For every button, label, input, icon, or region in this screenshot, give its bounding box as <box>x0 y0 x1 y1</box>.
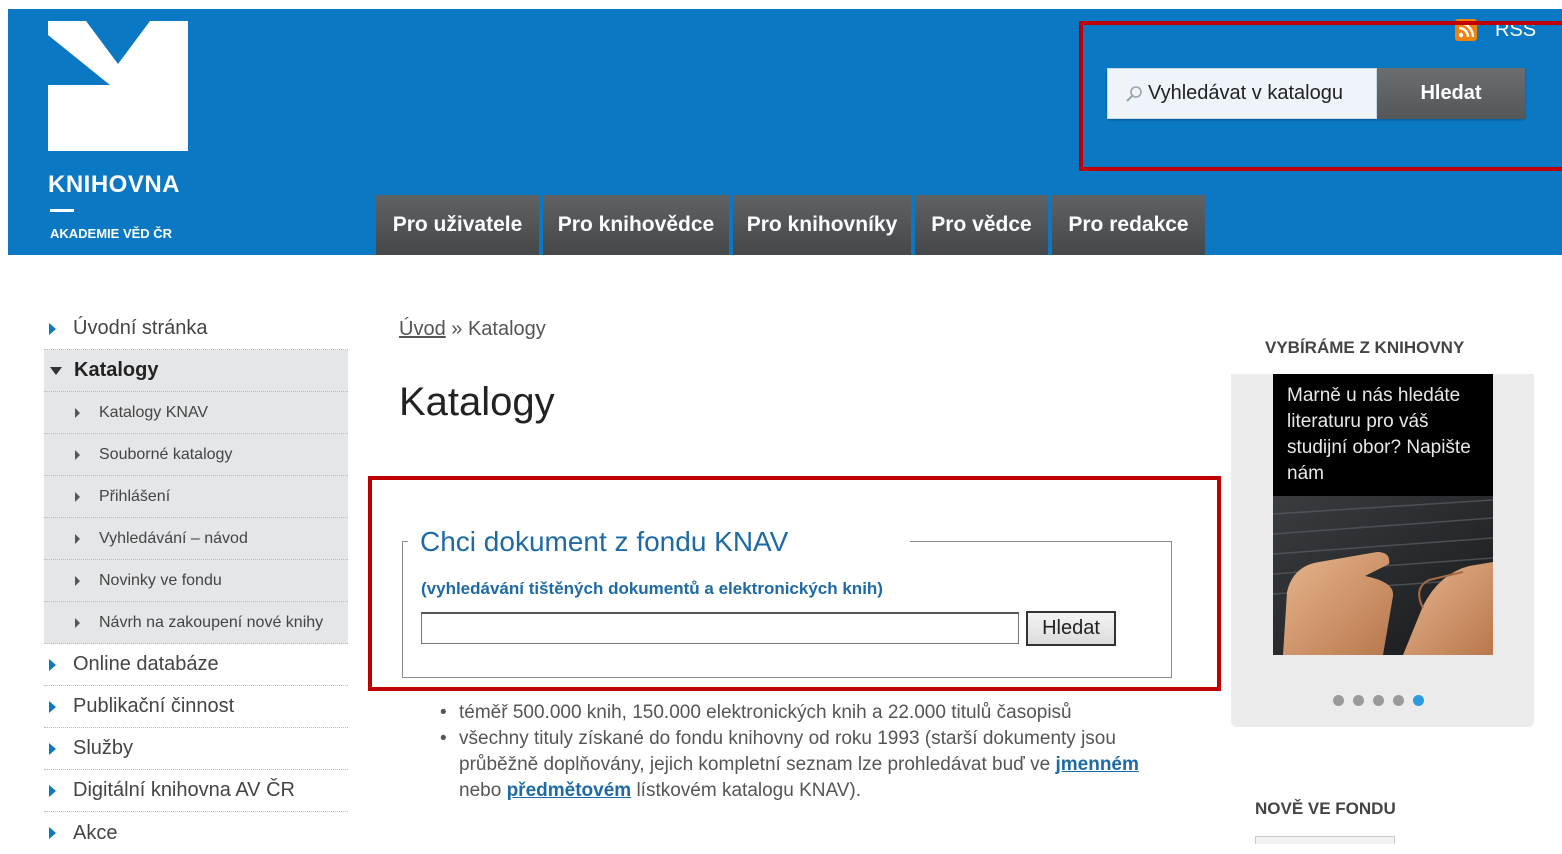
chevron-right-icon <box>75 491 80 502</box>
sidebar-item-label: Akce <box>73 821 118 844</box>
sidebar-item-label: Souborné katalogy <box>99 445 233 463</box>
nav-pro-vedce[interactable]: Pro vědce <box>915 195 1048 255</box>
carousel-dot[interactable] <box>1333 695 1344 706</box>
sidebar-item-publikacni-cinnost[interactable]: Publikační činnost <box>44 686 348 728</box>
site-logo[interactable]: KNIHOVNA AKADEMIE VĚD ČR <box>48 21 188 241</box>
new-book-thumbnail[interactable] <box>1255 836 1395 844</box>
sidebar-item-sluzby[interactable]: Služby <box>44 728 348 770</box>
chevron-right-icon <box>49 742 56 755</box>
breadcrumb: Úvod » Katalogy <box>399 318 546 341</box>
sidebar-item-label: Katalogy KNAV <box>99 403 209 421</box>
chevron-right-icon <box>75 449 80 460</box>
page-title: Katalogy <box>399 380 555 424</box>
info-line-2-mid: nebo <box>459 780 502 801</box>
chevron-right-icon <box>49 700 56 713</box>
predmetovy-katalog-link[interactable]: předmětovém <box>507 780 632 801</box>
promo-text: Marně u nás hledáte literaturu pro váš s… <box>1287 385 1471 484</box>
chevron-right-icon <box>75 617 80 628</box>
sidebar-item-label: Publikační činnost <box>73 695 235 717</box>
logo-subtitle: AKADEMIE VĚD ČR <box>50 226 173 241</box>
catalog-info-list: téměř 500.000 knih, 150.000 elektronický… <box>440 700 1180 804</box>
chevron-right-icon <box>49 784 56 797</box>
sidebar-item-label: Online databáze <box>73 653 219 675</box>
sidebar-item-label: Návrh na zakoupení nové knihy <box>99 613 324 631</box>
carousel-dot[interactable] <box>1353 695 1364 706</box>
sidebar-item-online-databaze[interactable]: Online databáze <box>44 644 348 686</box>
sidebar-item-label: Služby <box>73 737 134 759</box>
logo-name: KNIHOVNA <box>48 171 181 198</box>
nav-pro-knihovniky[interactable]: Pro knihovníky <box>733 195 911 255</box>
chevron-right-icon <box>75 407 80 418</box>
nove-ve-fondu-heading: NOVĚ VE FONDU <box>1255 799 1396 818</box>
laptop-hands-image <box>1273 496 1493 655</box>
carousel-dot-active[interactable] <box>1413 695 1424 706</box>
promo-banner[interactable]: Marně u nás hledáte literaturu pro váš s… <box>1273 374 1493 655</box>
sidebar-item-digitalni-knihovna[interactable]: Digitální knihovna AV ČR <box>44 770 348 812</box>
sidebar-subitem-prihlaseni[interactable]: Přihlášení <box>44 476 348 518</box>
sidebar-subitem-vyhledavani-navod[interactable]: Vyhledávání – návod <box>44 518 348 560</box>
sidebar-item-label: Novinky ve fondu <box>99 571 222 589</box>
sidebar-subitem-navrh-na-zakoupeni[interactable]: Návrh na zakoupení nové knihy <box>44 602 348 644</box>
chevron-down-icon <box>50 366 62 375</box>
sidebar-item-label: Digitální knihovna AV ČR <box>73 779 295 801</box>
highlight-frame-header-search <box>1079 21 1562 171</box>
carousel-dot[interactable] <box>1373 695 1384 706</box>
vybirame-heading: VYBÍRÁME Z KNIHOVNY <box>1265 338 1465 357</box>
logo-divider <box>50 209 74 212</box>
sidebar-subitem-novinky-ve-fondu[interactable]: Novinky ve fondu <box>44 560 348 602</box>
sidebar-item-uvodni-stranka[interactable]: Úvodní stránka <box>44 308 348 350</box>
chevron-right-icon <box>49 827 56 839</box>
list-item: téměř 500.000 knih, 150.000 elektronický… <box>440 700 1180 726</box>
sidebar-subitem-souborne-katalogy[interactable]: Souborné katalogy <box>44 434 348 476</box>
sidebar-item-label: Katalogy <box>74 359 159 381</box>
info-line-1: téměř 500.000 knih, 150.000 elektronický… <box>459 702 1072 723</box>
list-item: všechny tituly získané do fondu knihovny… <box>440 726 1180 804</box>
sidebar-subitem-katalogy-knav[interactable]: Katalogy KNAV <box>44 392 348 434</box>
breadcrumb-current: Katalogy <box>467 318 546 340</box>
chevron-right-icon <box>75 533 80 544</box>
carousel-dots <box>1333 695 1433 706</box>
breadcrumb-separator: » <box>451 318 463 340</box>
sidebar-item-katalogy[interactable]: Katalogy <box>44 350 348 392</box>
nav-pro-uzivatele[interactable]: Pro uživatele <box>376 195 539 255</box>
info-line-2-start: všechny tituly získané do fondu knihovny… <box>459 728 1116 775</box>
sidebar-item-label: Přihlášení <box>99 487 171 505</box>
jmenny-katalog-link[interactable]: jmenném <box>1055 754 1138 775</box>
sidebar-item-label: Úvodní stránka <box>73 317 208 339</box>
sidebar-item-akce[interactable]: Akce <box>44 812 348 854</box>
nav-pro-knihovedce[interactable]: Pro knihovědce <box>543 195 729 255</box>
sidebar-item-label: Vyhledávání – návod <box>99 529 248 547</box>
sidebar-menu: Úvodní stránka Katalogy Katalogy KNAV So… <box>44 308 348 854</box>
chevron-right-icon <box>49 322 56 335</box>
chevron-right-icon <box>75 575 80 586</box>
logo-k-mark-icon <box>48 21 188 151</box>
carousel-dot[interactable] <box>1393 695 1404 706</box>
highlight-frame-catalog-search <box>368 476 1221 691</box>
nav-pro-redakce[interactable]: Pro redakce <box>1052 195 1205 255</box>
info-line-2-end: lístkovém katalogu KNAV). <box>636 780 862 801</box>
breadcrumb-home-link[interactable]: Úvod <box>399 318 446 340</box>
main-nav: Pro uživatele Pro knihovědce Pro knihovn… <box>376 195 1209 255</box>
chevron-right-icon <box>49 658 56 671</box>
